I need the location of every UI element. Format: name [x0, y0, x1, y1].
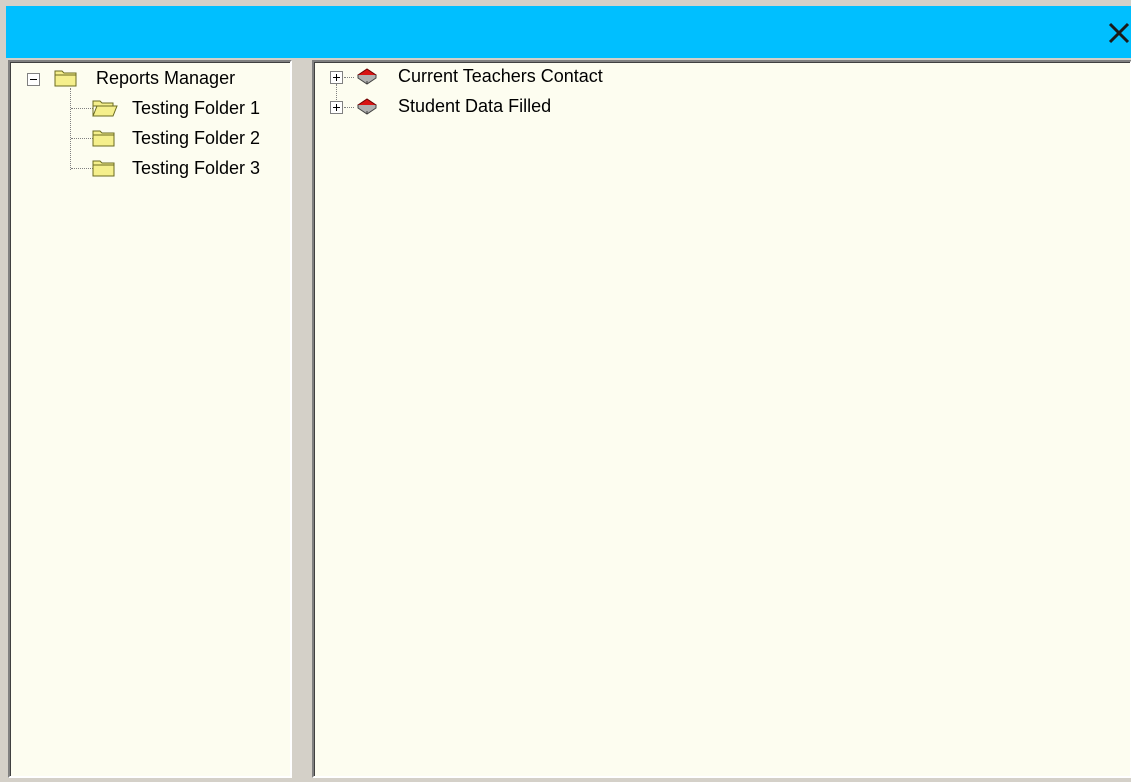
book-icon	[357, 68, 377, 85]
tree-connector	[344, 77, 354, 78]
tree-connector	[71, 108, 93, 109]
expand-toggle[interactable]	[330, 101, 343, 114]
book-icon	[357, 98, 377, 115]
folder-icon	[92, 130, 115, 147]
tree-connector	[71, 138, 93, 139]
title-bar[interactable]	[6, 6, 1131, 58]
tree-connector	[70, 88, 71, 170]
tree-connector	[71, 168, 93, 169]
collapse-toggle[interactable]	[27, 73, 40, 86]
report-item-label[interactable]: Current Teachers Contact	[398, 65, 603, 87]
close-button[interactable]	[1107, 16, 1131, 46]
report-item-label[interactable]: Student Data Filled	[398, 95, 551, 117]
tree-connector	[344, 107, 354, 108]
expand-toggle[interactable]	[330, 71, 343, 84]
tree-child-label[interactable]: Testing Folder 2	[132, 127, 260, 149]
reports-window: Reports Manager Testing Folder 1 Testing…	[0, 0, 1131, 782]
reports-tree-pane[interactable]: Current Teachers Contact Student Data Fi…	[312, 60, 1131, 778]
close-icon	[1108, 22, 1130, 44]
folder-icon	[92, 160, 115, 177]
folder-tree-pane[interactable]: Reports Manager Testing Folder 1 Testing…	[8, 60, 292, 778]
folder-icon	[54, 70, 77, 87]
pane-splitter[interactable]	[292, 60, 310, 778]
tree-root-label[interactable]: Reports Manager	[96, 67, 235, 89]
tree-child-label[interactable]: Testing Folder 3	[132, 157, 260, 179]
folder-open-icon	[92, 100, 118, 117]
tree-child-label[interactable]: Testing Folder 1	[132, 97, 260, 119]
